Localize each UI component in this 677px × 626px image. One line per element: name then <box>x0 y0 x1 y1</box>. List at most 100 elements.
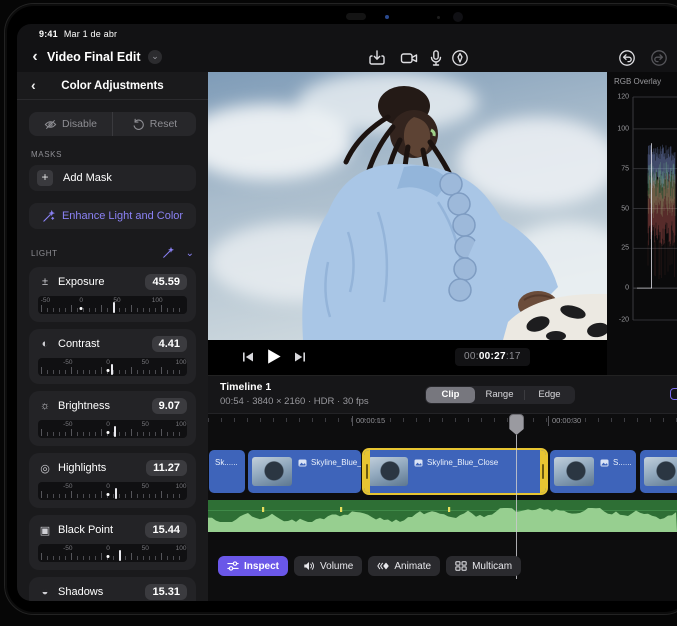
value-indicator[interactable] <box>115 488 117 499</box>
ruler-ticks <box>208 418 677 422</box>
multicam-button[interactable]: Multicam <box>446 556 521 576</box>
trim-handle-left[interactable] <box>364 450 370 493</box>
preview-frame-art <box>208 72 607 340</box>
add-mask-button[interactable]: + Add Mask <box>29 165 196 191</box>
mode-range[interactable]: Range <box>475 387 524 403</box>
front-camera <box>453 12 463 22</box>
tick-label: -50 <box>63 421 72 428</box>
slider-brightness[interactable]: ☼Brightness9.07-50050100 <box>29 391 196 446</box>
timeline-clip-skyline-blue-wide[interactable]: Skyline_Blue_Wide <box>248 450 361 493</box>
timeline-clip-s[interactable]: S...... <box>550 450 636 493</box>
tick-label: 0 <box>106 483 110 490</box>
slider-value[interactable]: 15.44 <box>145 522 187 538</box>
animate-button[interactable]: Animate <box>368 556 440 576</box>
scope-axis-label: 75 <box>607 165 629 172</box>
contrast-icon: ◐ <box>38 338 52 350</box>
tick-label: 100 <box>152 297 163 304</box>
slider-ruler[interactable]: -50050100 <box>38 296 187 314</box>
title-chevron-down-icon[interactable]: ⌄ <box>148 50 162 64</box>
slider-value[interactable]: 15.31 <box>145 584 187 600</box>
microphone-icon[interactable] <box>427 49 445 67</box>
tick-label: 100 <box>176 359 187 366</box>
reset-button[interactable]: Reset <box>113 112 196 136</box>
previous-frame-button[interactable] <box>240 349 256 365</box>
volume-button[interactable]: Volume <box>294 556 362 576</box>
ruler-timestamp: 00:00:30 <box>548 416 581 426</box>
value-indicator[interactable] <box>111 364 113 375</box>
next-frame-button[interactable] <box>292 349 308 365</box>
slider-ruler[interactable]: -50050100 <box>38 482 187 500</box>
highlights-icon: ◎ <box>38 462 52 475</box>
slider-ruler[interactable]: -50050100 <box>38 544 187 562</box>
light-section-label: LIGHT <box>31 249 152 258</box>
image-glyph-icon <box>600 459 609 467</box>
enhance-light-color-button[interactable]: Enhance Light and Color <box>29 203 196 229</box>
button-label: Inspect <box>244 561 279 572</box>
undo-icon[interactable] <box>618 49 636 67</box>
button-label: Volume <box>320 561 353 572</box>
scope-axis-label: -20 <box>607 317 629 324</box>
tick-label: -50 <box>41 297 50 304</box>
slider-ruler[interactable]: -50050100 <box>38 358 187 376</box>
disable-button[interactable]: Disable <box>29 112 113 136</box>
tick-label: -50 <box>63 545 72 552</box>
mode-clip[interactable]: Clip <box>426 387 475 403</box>
timeline-tool-icon[interactable] <box>670 388 677 400</box>
slider-black-point[interactable]: ▣Black Point15.44-50050100 <box>29 515 196 570</box>
redo-icon[interactable] <box>650 49 668 67</box>
video-preview[interactable] <box>208 72 607 340</box>
timeline-clip-skyline-blue-close[interactable]: Skyline_Blue_Close <box>364 450 546 493</box>
timecode-display[interactable]: 00:00:27:17 <box>455 348 530 366</box>
trim-handle-right[interactable] <box>540 450 546 493</box>
back-chevron-icon[interactable]: ‹ <box>27 48 43 66</box>
status-time: 9:41 <box>39 29 58 39</box>
slider-contrast[interactable]: ◐Contrast4.41-50050100 <box>29 329 196 384</box>
project-title[interactable]: Video Final Edit <box>47 50 141 64</box>
value-indicator[interactable] <box>119 550 121 561</box>
panel-title: Color Adjustments <box>17 80 208 92</box>
timeline-audio-track[interactable] <box>208 500 677 532</box>
value-indicator[interactable] <box>113 302 115 313</box>
panel-header: ‹ Color Adjustments <box>17 72 208 100</box>
zero-marker <box>107 369 110 372</box>
scope-waveform-chart: 1201007550250-20 <box>607 72 677 375</box>
inspect-button[interactable]: Inspect <box>218 556 288 576</box>
slider-value[interactable]: 45.59 <box>145 274 187 290</box>
value-indicator[interactable] <box>114 426 116 437</box>
auto-enhance-icon[interactable] <box>162 247 174 259</box>
reset-label: Reset <box>150 118 177 130</box>
export-icon[interactable] <box>368 49 386 67</box>
play-button[interactable] <box>264 347 283 366</box>
mode-edge[interactable]: Edge <box>525 387 574 403</box>
slider-highlights[interactable]: ◎Highlights11.27-50050100 <box>29 453 196 508</box>
slider-label: Brightness <box>58 400 152 412</box>
tick-label: 100 <box>176 421 187 428</box>
tick-label: 50 <box>142 359 149 366</box>
camera-indicator-dot <box>385 15 389 19</box>
timecode-hours: 00: <box>464 351 479 362</box>
image-glyph-icon <box>298 459 307 467</box>
tick-label: -50 <box>63 359 72 366</box>
timeline-clip[interactable] <box>640 450 677 493</box>
reset-icon <box>132 118 145 131</box>
chevron-down-icon[interactable]: ⌄ <box>186 248 194 259</box>
title-row: ‹ Video Final Edit ⌄ <box>17 44 677 72</box>
pencil-annotate-icon[interactable] <box>451 49 469 67</box>
slider-value[interactable]: 9.07 <box>152 398 187 414</box>
timeline-section: Timeline 1 00:54 · 3840 × 2160 · HDR · 3… <box>208 375 677 601</box>
slider-shadows[interactable]: ◒Shadows15.31-50050100 <box>29 577 196 601</box>
enhance-label: Enhance Light and Color <box>62 210 183 222</box>
timeline-ruler[interactable]: 00:00:1500:00:30 <box>208 414 677 448</box>
slider-ruler[interactable]: -50050100 <box>38 420 187 438</box>
clip-label: Sk...... <box>215 458 238 467</box>
tick-label: 50 <box>142 545 149 552</box>
black-point-icon: ▣ <box>38 524 52 537</box>
camera-icon[interactable] <box>400 49 418 67</box>
timeline-meta: 00:54 · 3840 × 2160 · HDR · 30 fps <box>220 396 369 407</box>
slider-value[interactable]: 11.27 <box>146 460 187 476</box>
clip-thumbnail <box>368 457 408 486</box>
edit-mode-segmented-control: ClipRangeEdge <box>425 386 575 404</box>
timeline-clip-sk[interactable]: Sk...... <box>209 450 245 493</box>
slider-value[interactable]: 4.41 <box>152 336 187 352</box>
slider-exposure[interactable]: ±Exposure45.59-50050100 <box>29 267 196 322</box>
